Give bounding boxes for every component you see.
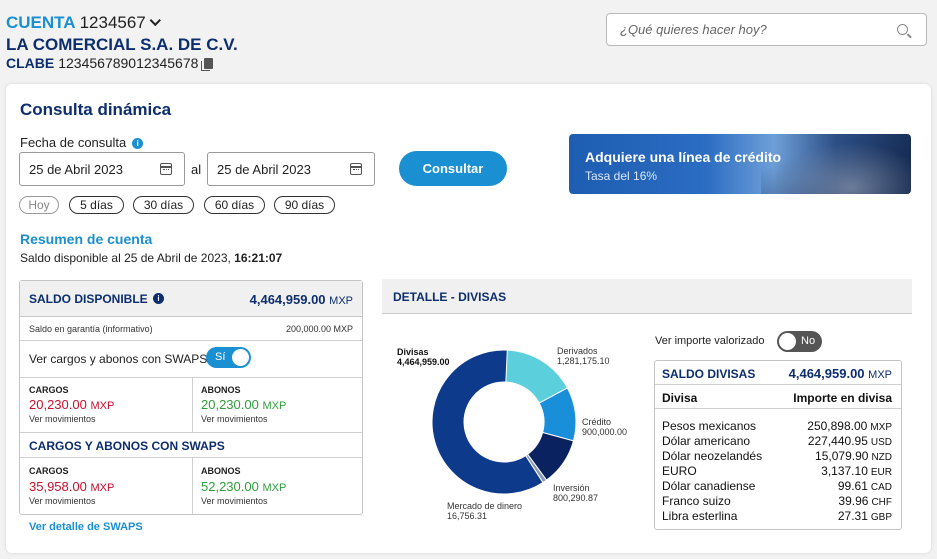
clabe-value: 123456789012345678 bbox=[58, 55, 199, 71]
company-name: LA COMERCIAL S.A. DE C.V. bbox=[6, 35, 238, 54]
date-to-value: 25 de Abril 2023 bbox=[217, 162, 311, 177]
saldo-header: SALDO DISPONIBLE i 4,464,959.00 MXP bbox=[20, 281, 362, 317]
copy-icon[interactable] bbox=[201, 58, 214, 71]
consultar-button[interactable]: Consultar bbox=[399, 151, 507, 186]
abonos-amount: 20,230.00 MXP bbox=[201, 397, 287, 412]
resumen-title: Resumen de cuenta bbox=[20, 231, 153, 247]
banner-subtitle: Tasa del 16% bbox=[585, 169, 658, 183]
table-row-value: 227,440.95 USD bbox=[807, 434, 892, 448]
divider bbox=[20, 377, 362, 378]
table-row-name: Dólar canadiense bbox=[662, 479, 756, 493]
cargos-label: CARGOS bbox=[29, 385, 69, 395]
divider bbox=[655, 408, 901, 409]
toggle-knob bbox=[779, 333, 796, 350]
chart-label-inversion: Inversión 800,290.87 bbox=[553, 483, 599, 503]
table-row-value: 39.96 CHF bbox=[838, 494, 892, 508]
saldo-date-text: Saldo disponible al 25 de Abril de 2023, bbox=[20, 251, 235, 265]
date-to-field[interactable]: 25 de Abril 2023 bbox=[207, 152, 375, 186]
search-icon[interactable] bbox=[897, 24, 908, 35]
abonos-ver-movimientos[interactable]: Ver movimientos bbox=[201, 414, 268, 424]
swaps-title: CARGOS Y ABONOS CON SWAPS bbox=[29, 439, 225, 453]
divider bbox=[192, 377, 193, 432]
account-selector[interactable]: CUENTA 1234567 bbox=[6, 13, 161, 33]
saldo-amount: 4,464,959.00 MXP bbox=[249, 292, 353, 307]
swaps-cargos-amount: 35,958.00 MXP bbox=[29, 479, 115, 494]
search-box[interactable] bbox=[606, 13, 927, 46]
account-label: CUENTA bbox=[6, 13, 76, 32]
swaps-cargos-label: CARGOS bbox=[29, 466, 69, 476]
table-row-name: Libra esterlina bbox=[662, 509, 738, 523]
saldo-date-line: Saldo disponible al 25 de Abril de 2023,… bbox=[20, 251, 282, 265]
clabe-label: CLABE bbox=[6, 55, 55, 71]
divider bbox=[20, 340, 362, 341]
page-title: Consulta dinámica bbox=[20, 100, 172, 119]
info-icon[interactable]: i bbox=[153, 293, 164, 304]
col-divisa: Divisa bbox=[662, 391, 698, 405]
swaps-abonos-label: ABONOS bbox=[201, 466, 241, 476]
table-row-name: Franco suizo bbox=[662, 494, 731, 508]
clabe-line: CLABE 123456789012345678 bbox=[6, 55, 214, 71]
divider bbox=[655, 384, 901, 385]
chart-label-mercado: Mercado de dinero 16,756.31 bbox=[447, 501, 523, 521]
fecha-label: Fecha de consulta i bbox=[20, 135, 144, 150]
range-chip-5[interactable]: 5 días bbox=[69, 196, 124, 214]
account-number: 1234567 bbox=[79, 13, 146, 32]
date-from-field[interactable]: 25 de Abril 2023 bbox=[19, 152, 185, 186]
swaps-abonos-ver-movimientos[interactable]: Ver movimientos bbox=[201, 496, 268, 506]
divider bbox=[20, 432, 362, 433]
abonos-label: ABONOS bbox=[201, 385, 241, 395]
table-row-value: 15,079.90 NZD bbox=[815, 449, 892, 463]
swaps-cargos-ver-movimientos[interactable]: Ver movimientos bbox=[29, 496, 96, 506]
calendar-icon[interactable] bbox=[160, 163, 172, 175]
range-chip-hoy[interactable]: Hoy bbox=[19, 196, 59, 214]
date-from-value: 25 de Abril 2023 bbox=[29, 162, 123, 177]
ver-importe-toggle[interactable]: No bbox=[777, 331, 822, 352]
saldo-title: SALDO DISPONIBLE bbox=[29, 292, 148, 306]
banner-image bbox=[761, 134, 911, 194]
toggle-knob bbox=[232, 349, 249, 366]
saldo-divisas-amount: 4,464,959.00 MXP bbox=[788, 366, 892, 381]
divider bbox=[192, 457, 193, 514]
detalle-header: DETALLE - DIVISAS bbox=[382, 279, 912, 314]
table-row-name: Dólar americano bbox=[662, 434, 751, 448]
cargos-amount: 20,230.00 MXP bbox=[29, 397, 115, 412]
swaps-abonos-amount: 52,230.00 MXP bbox=[201, 479, 287, 494]
col-importe: Importe en divisa bbox=[793, 391, 892, 405]
fecha-label-text: Fecha de consulta bbox=[20, 135, 127, 150]
table-row-value: 99.61 CAD bbox=[837, 479, 892, 493]
saldo-divisas-title: SALDO DIVISAS bbox=[662, 367, 756, 381]
table-row-name: Dólar neozelandés bbox=[662, 449, 763, 463]
swaps-toggle-label: Ver cargos y abonos con SWAPS bbox=[29, 352, 208, 366]
date-separator: al bbox=[191, 162, 202, 177]
table-row-name: Pesos mexicanos bbox=[662, 419, 757, 433]
swaps-toggle[interactable]: Sí bbox=[206, 347, 251, 368]
garantia-value: 200,000.00 MXP bbox=[285, 324, 353, 334]
chart-label-derivados: Derivados 1,281,175.10 bbox=[557, 346, 610, 366]
divider bbox=[20, 457, 362, 458]
toggle-state: No bbox=[801, 335, 816, 347]
toggle-state: Sí bbox=[215, 351, 226, 363]
cargos-ver-movimientos[interactable]: Ver movimientos bbox=[29, 414, 96, 424]
table-row-value: 250,898.00 MXP bbox=[807, 419, 892, 433]
search-input[interactable] bbox=[607, 14, 877, 45]
calendar-icon[interactable] bbox=[350, 163, 362, 175]
table-row-name: EURO bbox=[662, 464, 697, 478]
ver-importe-label: Ver importe valorizado bbox=[655, 335, 765, 347]
table-row-value: 3,137.10 EUR bbox=[821, 464, 892, 478]
credit-banner[interactable]: Adquiere una línea de crédito Tasa del 1… bbox=[569, 134, 911, 194]
garantia-label: Saldo en garantía (informativo) bbox=[29, 324, 153, 334]
detalle-title: DETALLE - DIVISAS bbox=[393, 290, 507, 304]
saldo-time: 16:21:07 bbox=[234, 251, 283, 265]
divisas-donut-chart bbox=[431, 349, 577, 495]
range-chip-60[interactable]: 60 días bbox=[204, 196, 265, 214]
chevron-down-icon[interactable] bbox=[149, 14, 161, 27]
range-chip-90[interactable]: 90 días bbox=[274, 196, 335, 214]
table-row-value: 27.31 GBP bbox=[837, 509, 892, 523]
range-chip-30[interactable]: 30 días bbox=[133, 196, 194, 214]
ver-detalle-swaps-link[interactable]: Ver detalle de SWAPS bbox=[29, 521, 143, 533]
banner-title: Adquiere una línea de crédito bbox=[585, 149, 782, 165]
chart-label-divisas: Divisas 4,464,959.00 bbox=[397, 347, 450, 367]
chart-label-credito: Crédito 900,000.00 bbox=[582, 417, 628, 437]
info-icon[interactable]: i bbox=[132, 138, 144, 149]
